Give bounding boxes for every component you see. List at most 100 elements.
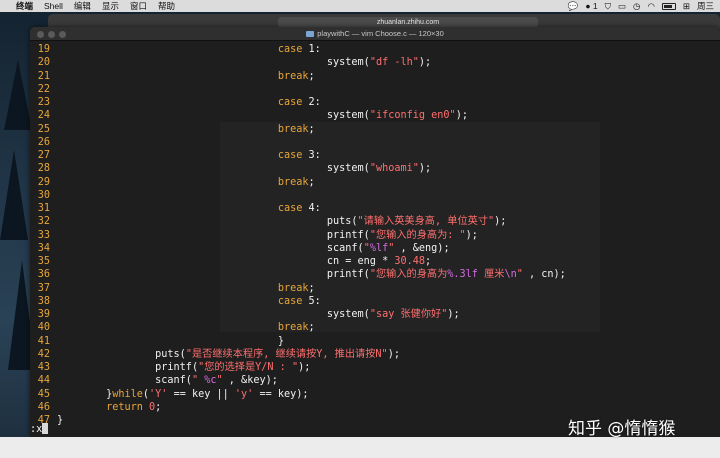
code-token: ); (418, 57, 432, 69)
code-token: 30.48 (394, 256, 426, 267)
code-token: ); (387, 348, 400, 360)
code-token: puts( (155, 348, 186, 360)
line-number: 32 (37, 216, 50, 228)
code-token: == key || (167, 388, 235, 400)
wechat-icon[interactable]: 💬 (568, 1, 579, 12)
line-number: 43 (37, 362, 50, 373)
notification-badge[interactable]: ● 1 (585, 1, 597, 11)
code-line: 24 system("ifconfig en0"); (30, 109, 468, 122)
code-token: printf( (326, 229, 370, 241)
line-number: 29 (37, 176, 50, 188)
code-token: "ifconfig en0" (369, 110, 456, 122)
code-token: "是否继续本程序, 继续请按Y, 推出请按N" (185, 348, 388, 360)
code-token: system( (326, 57, 370, 69)
code-line: 33 printf("您输入的身高为: "); (30, 229, 478, 242)
notification-count: 1 (592, 1, 598, 11)
menu-item-shell[interactable]: Shell (44, 1, 63, 11)
code-token: 'Y' (149, 388, 168, 400)
code-line: 44 scanf(" %c" , &key); (30, 374, 278, 387)
code-token: break (277, 70, 309, 82)
code-token: , &eng); (394, 242, 450, 254)
line-number: 40 (37, 322, 50, 334)
code-line: 36 printf("您输入的身高为%.3lf 厘米\n" , cn); (30, 268, 566, 281)
code-line: 28 system("whoami"); (30, 162, 431, 175)
code-token: ; (425, 256, 432, 267)
code-token: "df -lh" (369, 57, 419, 69)
code-token: case (277, 295, 309, 307)
code-token: system( (326, 309, 370, 320)
code-token: "whoami" (369, 163, 419, 175)
line-number: 38 (37, 295, 50, 307)
code-line: 22 (30, 83, 57, 96)
code-line: 23 case 2: (30, 96, 321, 109)
code-token: cn = eng * (326, 256, 395, 267)
clock[interactable]: 周三 (697, 0, 714, 12)
code-line: 42 puts("是否继续本程序, 继续请按Y, 推出请按N"); (30, 348, 400, 361)
code-token: 4: (308, 203, 321, 214)
code-token: ); (418, 163, 432, 175)
line-number: 21 (37, 70, 50, 82)
code-token: return (106, 401, 150, 413)
code-token: %c (204, 375, 217, 387)
line-number: 27 (37, 150, 50, 161)
line-number: 23 (37, 97, 50, 108)
code-token: } (57, 415, 64, 426)
line-number: 22 (37, 83, 50, 95)
code-token: ; (308, 176, 315, 188)
code-line: 21 break; (30, 70, 315, 83)
menu-item-edit[interactable]: 编辑 (74, 0, 91, 12)
code-token: 3: (308, 150, 321, 161)
code-token: break (277, 322, 309, 334)
code-line: 40 break; (30, 321, 315, 334)
input-method-icon[interactable]: ⊞ (683, 1, 690, 12)
line-number: 28 (37, 163, 50, 175)
line-number: 41 (37, 335, 50, 347)
code-token: printf( (155, 362, 199, 373)
code-token: ; (155, 401, 162, 413)
menu-bar: 终端 Shell 编辑 显示 窗口 帮助 💬 ● 1 ⛉ ▭ ◷ ◠ ⊞ 周三 (0, 0, 720, 12)
code-token: puts( (326, 216, 358, 228)
vim-command-text: :x (30, 424, 43, 435)
code-line: 31 case 4: (30, 202, 321, 215)
line-number: 25 (37, 123, 50, 135)
line-number: 35 (37, 256, 50, 267)
terminal-titlebar[interactable]: playwithC — vim Choose.c — 120×30 (30, 27, 720, 41)
wifi-icon[interactable]: ◠ (647, 1, 654, 12)
code-token: ); (455, 110, 468, 122)
timemachine-icon[interactable]: ◷ (633, 1, 640, 12)
code-token: ); (494, 216, 507, 228)
code-token: 'y' (234, 388, 254, 400)
code-line: 45 }while('Y' == key || 'y' == key); (30, 388, 309, 401)
code-token: while (112, 388, 143, 400)
code-token: %.3lf (447, 269, 478, 281)
shield-icon[interactable]: ⛉ (605, 1, 611, 12)
vim-editor[interactable]: 19 case 1: 20 system("df -lh"); 21 break; 2… (30, 43, 720, 437)
line-number: 33 (37, 229, 50, 241)
display-icon[interactable]: ▭ (618, 1, 626, 12)
terminal-window: playwithC — vim Choose.c — 120×30 19 cas… (30, 27, 720, 437)
menu-app-name[interactable]: 终端 (16, 0, 33, 12)
code-token: case (277, 150, 309, 161)
code-line: 41 } (30, 335, 284, 348)
code-token: " (191, 375, 205, 387)
menu-item-view[interactable]: 显示 (102, 0, 119, 12)
code-token: "say 张健你好" (369, 309, 448, 320)
line-number: 31 (37, 203, 50, 214)
code-line: 27 case 3: (30, 149, 321, 162)
menu-item-help[interactable]: 帮助 (158, 0, 175, 12)
code-line: 35 cn = eng * 30.48; (30, 255, 431, 268)
vim-command-line[interactable]: :x (30, 423, 49, 436)
menu-item-window[interactable]: 窗口 (130, 0, 147, 12)
line-number: 24 (37, 110, 50, 122)
line-number: 36 (37, 269, 50, 281)
tree-silhouette (4, 60, 32, 130)
code-token: ; (308, 322, 315, 334)
code-token: ); (298, 362, 311, 373)
zhihu-watermark: 知乎 @惰惰猴 (568, 419, 676, 439)
code-line: 39 system("say 张健你好"); (30, 308, 460, 321)
code-line: 29 break; (30, 176, 315, 189)
code-line: 37 break; (30, 282, 315, 295)
battery-icon[interactable] (661, 2, 676, 10)
code-token: "您输入的身高为: " (369, 229, 466, 241)
code-token: case (277, 44, 309, 55)
